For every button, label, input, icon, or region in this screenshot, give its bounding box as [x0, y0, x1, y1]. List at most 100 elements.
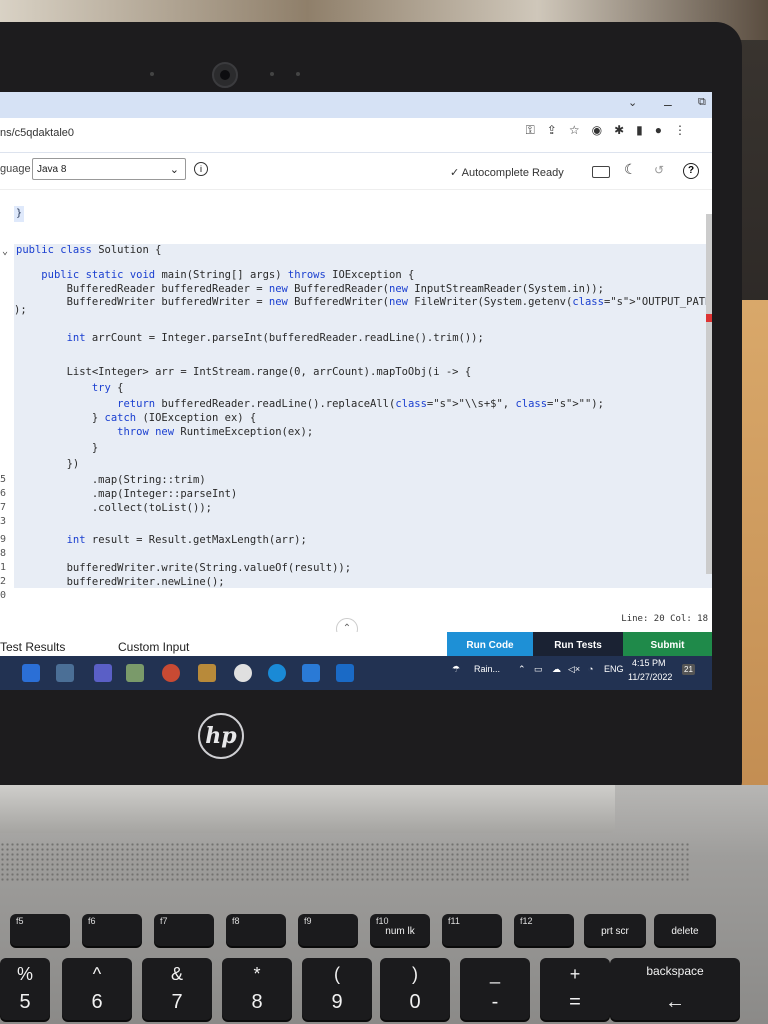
info-icon[interactable]: i — [194, 162, 208, 176]
history-icon[interactable]: ↺ — [654, 163, 664, 177]
code-line[interactable]: bufferedWriter.newLine(); — [16, 576, 225, 588]
keyboard-icon[interactable] — [592, 166, 610, 178]
tab-test-results[interactable]: Test Results — [0, 640, 65, 654]
code-line[interactable]: List<Integer> arr = IntStream.range(0, a… — [16, 366, 472, 378]
restore-icon[interactable]: ⧉ — [698, 96, 706, 109]
function-key-number: f12 — [520, 916, 533, 926]
function-key[interactable]: f10 num lk — [370, 914, 430, 946]
code-line[interactable]: } — [16, 442, 98, 454]
sidepanel-icon[interactable]: ▮ — [636, 123, 643, 138]
weather-icon[interactable]: ☂ — [452, 664, 460, 675]
edge-icon[interactable] — [268, 664, 286, 682]
function-key[interactable]: f8 — [226, 914, 286, 946]
help-icon[interactable]: ? — [683, 163, 699, 179]
code-line[interactable]: }) — [16, 458, 80, 470]
number-key[interactable]: (9 — [302, 958, 372, 1020]
browser-toolbar-icons: ⚿ ⇪ ☆ ◉ ✱ ▮ ● ⋮ — [526, 123, 686, 138]
editor-scrollbar[interactable] — [706, 214, 712, 574]
code-line[interactable]: int result = Result.getMaxLength(arr); — [16, 534, 307, 546]
moon-icon[interactable]: ☾ — [624, 161, 637, 178]
function-key-number: f7 — [160, 916, 168, 926]
autocomplete-status: ✓ Autocomplete Ready — [450, 167, 564, 179]
function-key-label: delete — [671, 926, 699, 937]
code-line[interactable]: BufferedWriter bufferedWriter = new Buff… — [16, 296, 712, 308]
indicator-led — [150, 72, 154, 76]
url-text[interactable]: ns/c5qdaktale0 — [0, 127, 74, 139]
key-bottom-label: 9 — [331, 991, 343, 1013]
key-bottom-label: 6 — [91, 991, 103, 1013]
number-key[interactable]: & 7 — [142, 958, 212, 1020]
notification-badge[interactable]: 21 — [682, 664, 695, 675]
number-key[interactable]: + = — [540, 958, 610, 1020]
chevron-down-icon: ⌄ — [169, 164, 179, 176]
function-key-number: f8 — [232, 916, 240, 926]
code-line[interactable]: .map(Integer::parseInt) — [16, 488, 237, 500]
clock-date[interactable]: 11/27/2022 — [628, 672, 672, 682]
code-line[interactable]: throw new RuntimeException(ex); — [16, 426, 313, 438]
weather-text[interactable]: Rain... — [474, 664, 500, 674]
volume-icon[interactable]: ◁× — [568, 664, 580, 675]
key-bottom-label: = — [569, 991, 581, 1013]
key-top-label: % — [16, 964, 33, 984]
number-key[interactable]: * 8 — [222, 958, 292, 1020]
language-bar: guage Java 8 ⌄ i ✓ Autocomplete Ready ☾ … — [0, 153, 712, 190]
function-key[interactable]: f11 — [442, 914, 502, 946]
function-key[interactable]: f12 — [514, 914, 574, 946]
minimize-icon[interactable]: – — [664, 96, 672, 112]
powerpoint-icon[interactable] — [162, 664, 180, 682]
function-key[interactable]: f7 — [154, 914, 214, 946]
fold-arrow-icon[interactable]: ⌄ — [2, 246, 8, 257]
code-line[interactable]: try { — [16, 382, 124, 394]
function-key[interactable]: f6 — [82, 914, 142, 946]
number-key[interactable]: _ - — [460, 958, 530, 1020]
function-key[interactable]: f5 — [10, 914, 70, 946]
code-line[interactable]: BufferedReader bufferedReader = new Buff… — [16, 283, 604, 295]
chrome-icon[interactable] — [234, 664, 252, 682]
code-line[interactable]: return bufferedReader.readLine().replace… — [16, 398, 604, 410]
language-select[interactable]: Java 8 ⌄ — [32, 158, 186, 180]
chevron-down-icon[interactable]: ⌄ — [628, 96, 637, 109]
cloud-icon[interactable]: ☁ — [552, 664, 561, 675]
function-key[interactable]: f9 — [298, 914, 358, 946]
line-number: 3 — [0, 516, 7, 527]
wifi-icon[interactable]: ◔ — [588, 664, 593, 674]
tray-chevron-icon[interactable]: ⌃ — [518, 664, 526, 675]
clock-time[interactable]: 4:15 PM — [632, 658, 666, 668]
address-bar[interactable]: ns/c5qdaktale0 ⚿ ⇪ ☆ ◉ ✱ ▮ ● ⋮ — [0, 118, 712, 153]
tab-custom-input[interactable]: Custom Input — [118, 640, 189, 654]
star-icon[interactable]: ☆ — [569, 123, 580, 138]
teams-icon[interactable] — [94, 664, 112, 682]
battery-icon[interactable]: ▭ — [534, 664, 543, 675]
backspace-key[interactable]: backspace ← — [610, 958, 740, 1020]
code-line[interactable]: ); — [14, 304, 27, 316]
language-indicator[interactable]: ENG — [604, 664, 624, 674]
function-key[interactable]: prt scr — [584, 914, 646, 946]
camera-icon[interactable]: ◉ — [592, 123, 602, 138]
number-key[interactable]: ^ 6 — [62, 958, 132, 1020]
code-line[interactable]: .collect(toList()); — [16, 502, 212, 514]
key-icon[interactable]: ⚿ — [526, 123, 535, 138]
number-key[interactable]: % 5 — [0, 958, 50, 1020]
webcam-icon — [212, 62, 238, 88]
code-line[interactable]: .map(String::trim) — [16, 474, 206, 486]
outlook-icon[interactable] — [336, 664, 354, 682]
key-bottom-label: ← — [665, 991, 685, 1013]
photos-icon[interactable] — [302, 664, 320, 682]
number-key[interactable]: ) 0 — [380, 958, 450, 1020]
vscode-icon[interactable] — [22, 664, 40, 682]
code-line[interactable]: public class Solution { — [16, 244, 161, 256]
app-icon[interactable] — [56, 664, 74, 682]
code-editor[interactable]: } ⌄ public class Solution { public stati… — [0, 204, 712, 614]
more-icon[interactable]: ⋮ — [674, 123, 686, 138]
app-icon[interactable] — [126, 664, 144, 682]
share-icon[interactable]: ⇪ — [547, 123, 557, 138]
code-line[interactable]: public static void main(String[] args) t… — [16, 269, 414, 281]
code-line[interactable]: } catch (IOException ex) { — [16, 412, 256, 424]
app-icon[interactable] — [198, 664, 216, 682]
function-key[interactable]: delete — [654, 914, 716, 946]
extensions-icon[interactable]: ✱ — [614, 123, 624, 138]
key-top-label: + — [569, 964, 581, 984]
profile-icon[interactable]: ● — [655, 123, 662, 138]
code-line[interactable]: bufferedWriter.write(String.valueOf(resu… — [16, 562, 351, 574]
code-line[interactable]: int arrCount = Integer.parseInt(buffered… — [16, 332, 484, 344]
